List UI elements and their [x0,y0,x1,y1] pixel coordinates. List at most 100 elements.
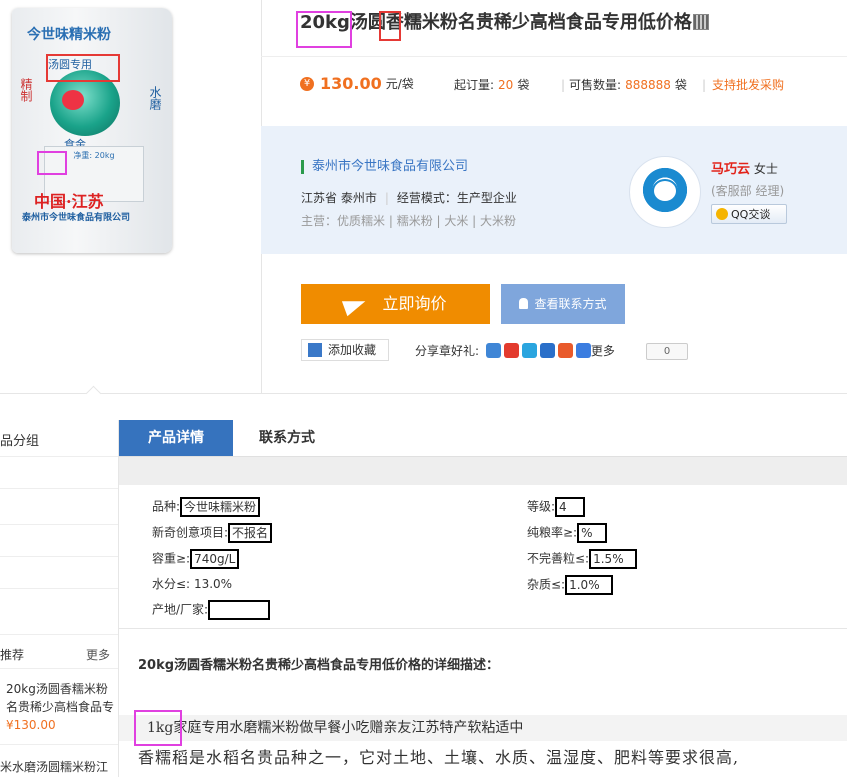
share-label: 分享章好礼: [415,344,480,358]
description-paragraph: 香糯稻是水稻名贵品种之一，它对土地、土壤、水质、温湿度、肥料等要求很高, [138,748,740,767]
location-text: 江苏省 泰州市 [301,191,377,205]
avatar [629,156,701,228]
main-items: 优质糯米 | 糯米粉 | 大米 | 大米粉 [337,214,517,228]
bag-company: 泰州市今世味食品有限公司 [22,213,131,223]
qq-icon [716,208,728,220]
qq-label: QQ交谈 [731,208,771,221]
contact-person: 马巧云 女士 [711,158,778,177]
attr-value: 13.0% [193,577,233,591]
attr-label: 容重≥: [152,551,191,566]
recommend-item-price: ¥130.00 [6,718,56,732]
attr-variety: 品种: 今世味糯米粉 [152,497,261,517]
sidebar-divider [0,456,118,457]
min-order-label: 起订量: [454,78,495,92]
more-share-icon[interactable] [575,343,591,358]
add-favorite-button[interactable]: 添加收藏 [301,339,389,361]
bag-logo-dot [62,90,84,110]
pengyou-share-icon[interactable] [557,343,573,358]
tab-product-details[interactable]: 产品详情 [119,420,233,462]
bag-origin: 中国·江苏 [34,192,104,211]
view-contact-label: 查看联系方式 [534,297,607,311]
qq-chat-button[interactable]: QQ交谈 [711,204,787,224]
sidebar-divider [0,668,118,669]
attr-innovation: 新奇创意项目: 不报名 [152,523,273,543]
mode-label: 经营模式： [396,191,457,205]
description-line1-text: 1kg家庭专用水磨糯米粉做早餐小吃赠亲友江苏特产软粘适中 [147,720,524,736]
tab-contact[interactable]: 联系方式 [259,420,315,456]
company-main-business: 主营：优质糯米 | 糯米粉 | 大米 | 大米粉 [301,212,516,229]
price-unit: 元/袋 [385,77,414,91]
attr-grade: 等级: 4 [527,497,586,517]
attr-imperfect: 不完善粒≤: 1.5% [527,549,638,569]
contact-gender: 女士 [753,162,778,176]
product-title: 20kg汤圆香糯米粉名贵稀少高档食品专用低价格 [300,12,692,33]
share-count: 0 [646,343,688,360]
share-more-link[interactable]: 更多 [591,344,615,358]
mode-value: 生产型企业 [456,191,517,205]
weibo-share-icon[interactable] [503,343,519,358]
annotation-magenta-box [134,710,182,746]
divider [0,393,847,394]
annotation-magenta-box [37,151,67,175]
min-order: 起订量: 20 袋 [454,76,529,93]
attr-impurity: 杂质≤: 1.0% [527,575,614,595]
left-sidebar: 品分组 推荐 更多 20kg汤圆香糯米粉名贵稀少高档食品专 ¥130.00 米水… [0,420,119,777]
qr-code-icon[interactable] [693,14,709,30]
attr-label: 等级: [527,499,556,514]
sidebar-divider [0,588,118,589]
recommend-item-link[interactable]: 米水磨汤圆糯米粉江 [0,758,118,775]
contact-role: (客服部 经理) [711,184,785,198]
attr-label: 杂质≤: [527,577,566,592]
wholesale[interactable]: | 支持批发采购 [702,76,784,93]
sidebar-divider [0,634,118,635]
recommend-more-link[interactable]: 更多 [86,646,110,663]
recommend-item-link[interactable]: 20kg汤圆香糯米粉名贵稀少高档食品专 [6,680,114,716]
attr-value [208,600,271,620]
recommend-header: 推荐 [0,648,25,662]
renren-share-icon[interactable] [539,343,555,358]
qzone-share-icon[interactable] [485,343,501,358]
inquiry-button[interactable]: 立即询价 [301,284,490,324]
available-label: 可售数量: [569,78,622,92]
attr-label: 新奇创意项目: [152,525,229,540]
tencent-share-icon[interactable] [521,343,537,358]
inquiry-label: 立即询价 [382,294,447,313]
attr-value: 4 [555,497,586,517]
annotation-magenta-box [296,11,352,48]
paper-plane-icon [342,293,369,316]
attr-label: 水分≤: [152,577,191,591]
bookmark-icon [308,343,322,357]
attr-purity: 纯粮率≥:% [527,523,608,543]
attr-label: 品种: [152,499,181,514]
available-unit: 袋 [674,78,687,92]
min-order-unit: 袋 [517,78,530,92]
tab-subbar [119,456,847,485]
attr-label: 不完善粒≤: [527,551,590,566]
attr-value: 1.0% [565,575,614,595]
view-contact-button[interactable]: 查看联系方式 [501,284,625,324]
bag-brand: 今世味精米粉 [27,27,111,43]
divider [119,628,847,629]
detail-tabs: 产品详情 联系方式 [119,420,847,462]
attr-origin: 产地/厂家: [152,600,271,620]
min-order-value: 20 [498,78,514,92]
product-image[interactable]: 今世味精米粉 汤圆专用 精制 水磨 食金 净重: 20kg 中国·江苏 泰州市今… [0,0,178,258]
company-name-link[interactable]: 泰州市今世味食品有限公司 [301,160,468,174]
yen-icon: ¥ [300,76,314,91]
attr-bulk-density: 容重≥: 740g/L [152,549,240,569]
wholesale-link[interactable]: 支持批发采购 [712,78,784,92]
contact-name: 马巧云 [711,162,751,177]
divider [261,56,847,57]
company-location: 江苏省 泰州市 | 经营模式：生产型企业 [301,191,517,205]
bag-net-weight: 净重: 20kg [73,151,115,160]
attr-value: 今世味糯米粉 [180,497,261,517]
attr-label: 产地/厂家: [152,602,209,617]
product-group-header: 品分组 [0,434,40,449]
sidebar-divider [0,488,118,489]
company-box: 泰州市今世味食品有限公司 江苏省 泰州市 | 经营模式：生产型企业 主营：优质糯米 … [261,126,847,254]
sidebar-divider [0,524,118,525]
attr-moisture: 水分≤: 13.0% [152,575,232,592]
bag-left-text: 精制 [19,78,33,102]
bag-right-text: 水磨 [148,86,162,110]
price-value: 130.00 [320,74,382,93]
